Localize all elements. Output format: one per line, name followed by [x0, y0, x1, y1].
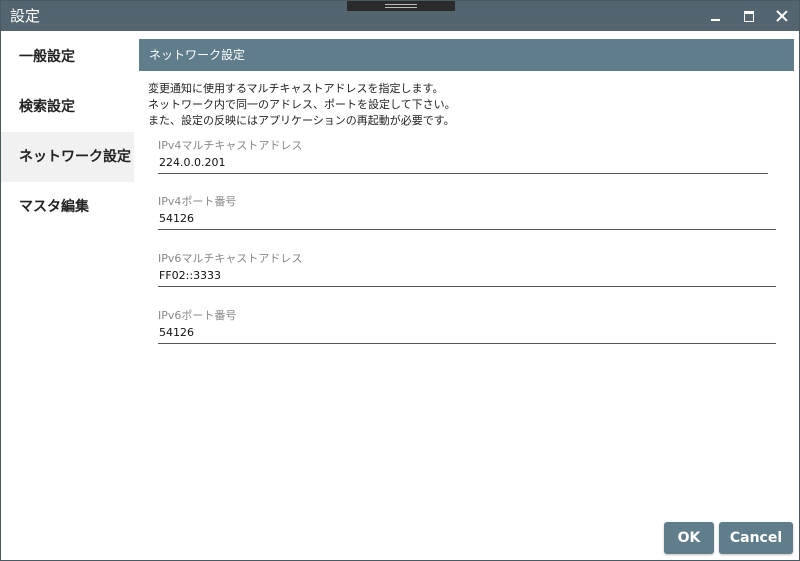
- drag-grip-handle[interactable]: [347, 1, 455, 11]
- ipv6-port-field-group: IPv6ポート番号: [158, 308, 776, 344]
- ipv6-port-label: IPv6ポート番号: [158, 309, 237, 322]
- section-header: ネットワーク設定: [139, 39, 794, 71]
- ipv6-address-field-group: IPv6マルチキャストアドレス: [158, 251, 776, 287]
- close-button[interactable]: [765, 1, 799, 31]
- description-line: 変更通知に使用するマルチキャストアドレスを指定します。: [148, 82, 444, 95]
- grip-line-icon: [385, 7, 417, 8]
- ipv6-address-label: IPv6マルチキャストアドレス: [158, 252, 303, 265]
- description-line: ネットワーク内で同一のアドレス、ポートを設定して下さい。: [148, 98, 456, 111]
- description-line: また、設定の反映にはアプリケーションの再起動が必要です。: [148, 114, 455, 127]
- sidebar-nav: 一般設定 検索設定 ネットワーク設定 マスタ編集: [1, 32, 134, 232]
- minimize-icon: [710, 19, 720, 21]
- minimize-button[interactable]: [698, 1, 732, 31]
- ipv4-port-label: IPv4ポート番号: [158, 195, 237, 208]
- ipv4-port-field-group: IPv4ポート番号: [158, 194, 776, 230]
- cancel-button[interactable]: Cancel: [719, 522, 793, 554]
- ipv4-address-label: IPv4マルチキャストアドレス: [158, 139, 303, 152]
- sidebar-item-master-edit[interactable]: マスタ編集: [1, 182, 134, 232]
- maximize-icon: [744, 10, 754, 22]
- ipv4-address-input[interactable]: [158, 154, 768, 174]
- ok-button[interactable]: OK: [664, 522, 714, 554]
- title-bar[interactable]: 設定: [1, 1, 799, 31]
- sidebar-item-network[interactable]: ネットワーク設定: [1, 132, 134, 182]
- close-icon: [776, 10, 788, 22]
- sidebar-item-search[interactable]: 検索設定: [1, 82, 134, 132]
- grip-line-icon: [385, 4, 417, 5]
- window-title: 設定: [10, 7, 41, 25]
- maximize-button[interactable]: [732, 1, 766, 31]
- ipv4-address-field-group: IPv4マルチキャストアドレス: [158, 138, 776, 174]
- ipv6-address-input[interactable]: [158, 267, 776, 287]
- sidebar-item-general[interactable]: 一般設定: [1, 32, 134, 82]
- ipv6-port-input[interactable]: [158, 324, 776, 344]
- section-description: 変更通知に使用するマルチキャストアドレスを指定します。 ネットワーク内で同一のア…: [148, 81, 456, 129]
- settings-window: 設定 一般設定 検索設定 ネットワーク設定 マスタ編集 ネットワーク設定 変更通…: [0, 0, 800, 561]
- ipv4-port-input[interactable]: [158, 210, 776, 230]
